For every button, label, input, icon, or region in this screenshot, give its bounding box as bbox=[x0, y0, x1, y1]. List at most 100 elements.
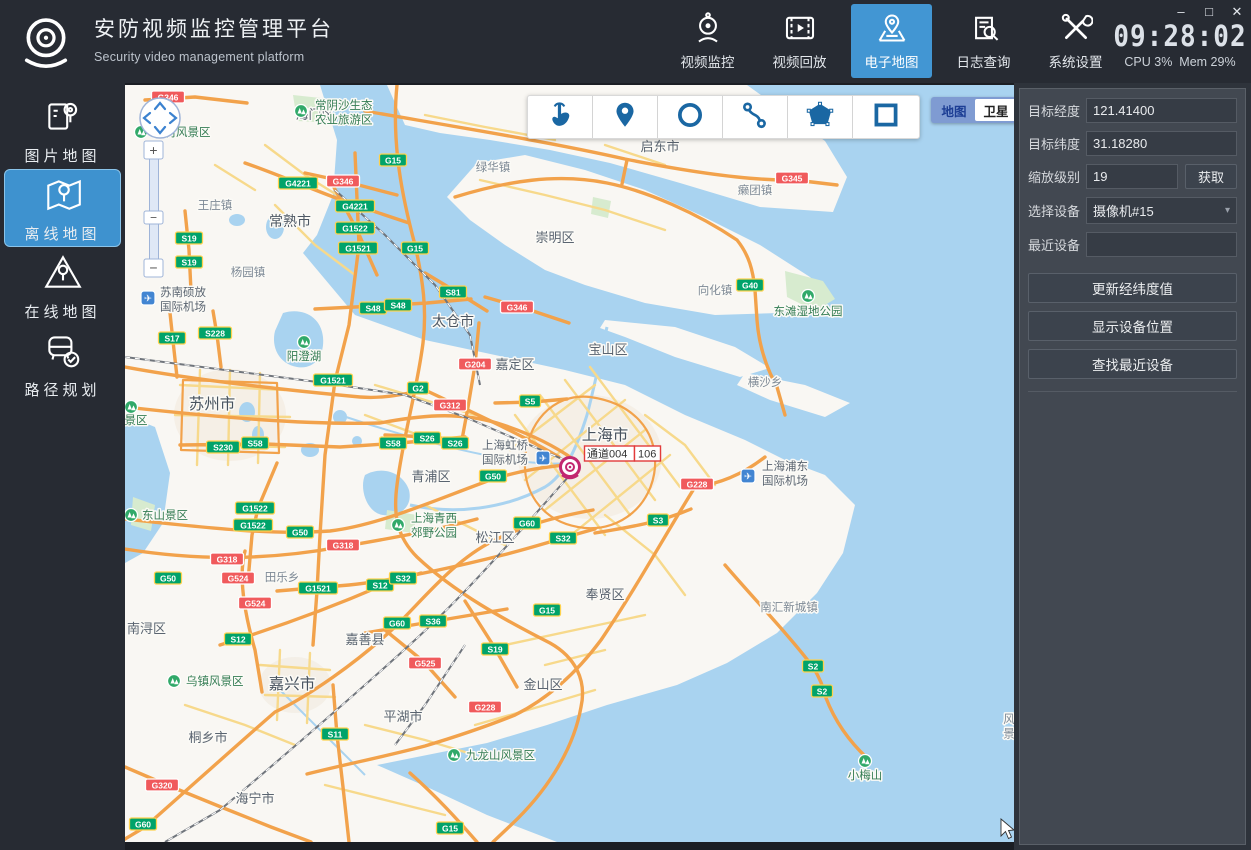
zoom-level-label: 缩放级别 bbox=[1028, 167, 1086, 186]
svg-text:G1521: G1521 bbox=[345, 243, 371, 253]
nav-e-map[interactable]: 电子地图 bbox=[851, 4, 932, 78]
road-badge: S19 bbox=[482, 643, 509, 655]
cpu-mem-status: CPU 3% Mem 29% bbox=[1113, 55, 1247, 69]
maximize-button[interactable]: □ bbox=[1201, 4, 1217, 20]
svg-text:国际机场: 国际机场 bbox=[762, 474, 808, 488]
map-canvas[interactable]: G346G15G4221G346G4221G1522G1521G15G345G4… bbox=[125, 85, 1014, 842]
map-pan-control[interactable] bbox=[140, 98, 180, 138]
road-badge: G15 bbox=[402, 242, 429, 254]
road-badge: G318 bbox=[327, 539, 360, 551]
app-title: 安防视频监控管理平台 bbox=[94, 13, 334, 43]
map-label: 奉贤区 bbox=[585, 587, 624, 602]
nav-video-playback[interactable]: 视频回放 bbox=[759, 4, 840, 78]
target-latitude-input[interactable] bbox=[1086, 131, 1237, 156]
svg-text:G525: G525 bbox=[415, 658, 436, 668]
svg-text:嘉兴市: 嘉兴市 bbox=[269, 675, 316, 693]
svg-text:S32: S32 bbox=[395, 573, 410, 583]
show-device-position-button[interactable]: 显示设备位置 bbox=[1028, 311, 1237, 341]
svg-text:106: 106 bbox=[638, 449, 656, 461]
map-area[interactable]: G346G15G4221G346G4221G1522G1521G15G345G4… bbox=[125, 85, 1014, 842]
road-badge: S36 bbox=[420, 615, 447, 627]
polyline-tool-button[interactable] bbox=[723, 96, 788, 138]
pan-tool-button[interactable] bbox=[528, 96, 593, 138]
device-select[interactable]: 摄像机#15 ▾ bbox=[1086, 197, 1237, 224]
map-drawing-toolbar bbox=[527, 95, 920, 139]
target-longitude-input[interactable] bbox=[1086, 98, 1237, 123]
nav-log-query[interactable]: 日志查询 bbox=[943, 4, 1024, 78]
find-nearest-device-button[interactable]: 查找最近设备 bbox=[1028, 349, 1237, 379]
sidebar-item-online-map[interactable]: 在线地图 bbox=[4, 247, 121, 325]
rectangle-tool-button[interactable] bbox=[853, 96, 918, 138]
svg-text:海宁市: 海宁市 bbox=[235, 791, 274, 806]
clock-time: 09:28:02 bbox=[1113, 20, 1247, 54]
svg-text:上海青西: 上海青西 bbox=[411, 511, 457, 525]
nav-system-settings[interactable]: 系统设置 bbox=[1035, 4, 1116, 78]
road-badge: S11 bbox=[322, 728, 349, 740]
zoom-level-input[interactable] bbox=[1086, 164, 1178, 189]
map-label: 平湖市 bbox=[383, 709, 422, 724]
playback-icon bbox=[783, 11, 817, 48]
log-search-icon bbox=[967, 11, 1001, 48]
svg-text:G1522: G1522 bbox=[242, 503, 268, 513]
circle-tool-button[interactable] bbox=[658, 96, 723, 138]
map-label: 海宁市 bbox=[235, 791, 274, 806]
svg-text:S2: S2 bbox=[817, 686, 828, 696]
svg-text:S11: S11 bbox=[328, 729, 343, 739]
svg-text:上海浦东: 上海浦东 bbox=[762, 459, 808, 473]
svg-text:G312: G312 bbox=[440, 400, 461, 410]
nearest-device-input[interactable] bbox=[1086, 232, 1237, 257]
svg-text:南汇新城镇: 南汇新城镇 bbox=[760, 600, 818, 614]
svg-text:G204: G204 bbox=[465, 359, 486, 369]
svg-text:G228: G228 bbox=[687, 479, 708, 489]
device-marker[interactable] bbox=[561, 458, 580, 479]
circle-icon bbox=[674, 99, 706, 136]
road-badge: S48 bbox=[360, 302, 387, 314]
picture-map-icon bbox=[42, 95, 84, 141]
road-badge: G1522 bbox=[336, 222, 375, 234]
marker-tool-button[interactable] bbox=[593, 96, 658, 138]
map-label: 杨园镇 bbox=[231, 265, 266, 279]
map-label: 乌镇风景区 bbox=[168, 674, 244, 688]
road-badge: G15 bbox=[380, 154, 407, 166]
svg-text:九龙山风景区: 九龙山风景区 bbox=[466, 749, 535, 762]
nearest-device-label: 最近设备 bbox=[1028, 235, 1086, 254]
sidebar-item-picture-map[interactable]: 图片地图 bbox=[4, 91, 121, 169]
get-button[interactable]: 获取 bbox=[1185, 164, 1237, 189]
svg-text:G524: G524 bbox=[245, 598, 266, 608]
layer-satellite-button[interactable]: 卫星 bbox=[975, 99, 1014, 121]
update-coordinates-button[interactable]: 更新经纬度值 bbox=[1028, 273, 1237, 303]
polygon-tool-button[interactable] bbox=[788, 96, 853, 138]
zoom-in-button[interactable]: + bbox=[149, 142, 157, 158]
road-badge: G60 bbox=[130, 818, 157, 830]
svg-text:风: 风 bbox=[1003, 713, 1014, 726]
svg-text:田乐乡: 田乐乡 bbox=[265, 571, 300, 584]
select-device-label: 选择设备 bbox=[1028, 201, 1086, 220]
svg-text:✈: ✈ bbox=[539, 453, 547, 464]
sidebar-item-route-planning[interactable]: 路径规划 bbox=[4, 325, 121, 403]
scenic-spot-icon bbox=[125, 401, 138, 414]
map-label: 苏州市 bbox=[189, 395, 236, 413]
svg-text:G60: G60 bbox=[519, 518, 535, 528]
map-label: 上海市 bbox=[582, 426, 629, 444]
road-badge: S228 bbox=[199, 327, 232, 339]
app-subtitle: Security video management platform bbox=[94, 50, 334, 64]
close-button[interactable]: ✕ bbox=[1229, 4, 1245, 20]
svg-text:启东市: 启东市 bbox=[640, 139, 679, 154]
svg-text:杨园镇: 杨园镇 bbox=[231, 265, 266, 279]
zoom-slider-handle[interactable]: − bbox=[150, 211, 157, 225]
zoom-out-button[interactable]: − bbox=[149, 260, 157, 276]
road-badge: G60 bbox=[514, 517, 541, 529]
layer-map-button[interactable]: 地图 bbox=[933, 99, 975, 121]
svg-text:王庄镇: 王庄镇 bbox=[198, 198, 233, 212]
svg-text:S58: S58 bbox=[385, 438, 400, 448]
map-label: 横沙乡 bbox=[748, 375, 783, 389]
svg-text:G320: G320 bbox=[152, 780, 173, 790]
device-select-value: 摄像机#15 bbox=[1093, 201, 1154, 220]
svg-text:✈: ✈ bbox=[144, 293, 152, 304]
svg-text:G60: G60 bbox=[135, 819, 151, 829]
nav-video-monitor[interactable]: 视频监控 bbox=[667, 4, 748, 78]
svg-text:桐乡市: 桐乡市 bbox=[188, 730, 227, 745]
sidebar-item-offline-map[interactable]: 离线地图 bbox=[4, 169, 121, 247]
minimize-button[interactable]: – bbox=[1173, 4, 1189, 20]
svg-text:向化镇: 向化镇 bbox=[698, 283, 733, 297]
